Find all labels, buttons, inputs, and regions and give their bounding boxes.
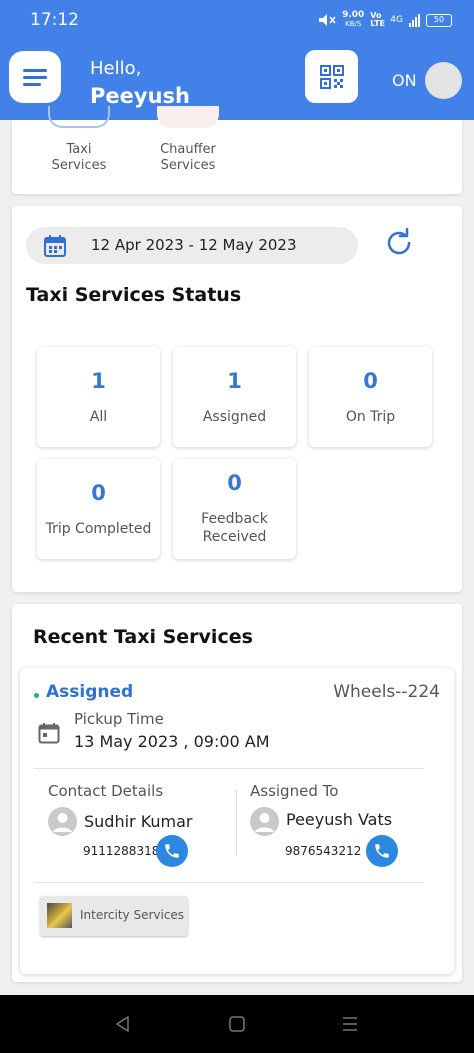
chauffer-services-label[interactable]: Chauffer Services bbox=[138, 142, 238, 174]
contact-name: Sudhir Kumar bbox=[84, 812, 193, 831]
date-range-picker[interactable]: 12 Apr 2023 - 12 May 2023 bbox=[26, 227, 358, 264]
contact-heading: Contact Details bbox=[48, 782, 164, 800]
system-nav-bar bbox=[0, 995, 474, 1053]
chauffer-services-tile[interactable] bbox=[157, 106, 219, 128]
volte-indicator: Vo LTE bbox=[370, 11, 385, 28]
menu-button[interactable] bbox=[9, 51, 61, 103]
stat-tile-on-trip[interactable]: 0 On Trip bbox=[309, 347, 432, 447]
taxi-services-tile[interactable] bbox=[48, 106, 110, 128]
recents-icon[interactable] bbox=[341, 1015, 359, 1033]
network-type: 4G bbox=[390, 15, 403, 25]
contact-phone: 9111288318 bbox=[83, 844, 160, 858]
refresh-icon[interactable] bbox=[382, 226, 416, 260]
duty-toggle[interactable] bbox=[425, 62, 462, 99]
greeting: Hello, bbox=[90, 58, 142, 79]
mute-icon bbox=[319, 14, 336, 26]
call-assigned-button[interactable] bbox=[366, 835, 398, 867]
calendar-icon bbox=[44, 235, 66, 257]
vehicle-id: Wheels--224 bbox=[333, 682, 440, 702]
avatar bbox=[250, 807, 279, 836]
vertical-divider bbox=[236, 790, 237, 856]
status-icons: 9.00 KB/S Vo LTE 4G 50 bbox=[318, 11, 452, 29]
phone-icon bbox=[375, 844, 389, 858]
battery-icon: 50 bbox=[426, 13, 452, 27]
stat-tile-assigned[interactable]: 1 Assigned bbox=[173, 347, 296, 447]
signal-icon bbox=[409, 13, 420, 27]
user-name: Peeyush bbox=[90, 84, 190, 108]
assigned-phone: 9876543212 bbox=[285, 844, 362, 858]
stat-tile-all[interactable]: 1 All bbox=[37, 347, 160, 447]
date-range-text: 12 Apr 2023 - 12 May 2023 bbox=[91, 236, 297, 254]
status-time: 17:12 bbox=[30, 10, 79, 30]
back-icon[interactable] bbox=[114, 1015, 132, 1033]
divider bbox=[34, 882, 424, 883]
avatar bbox=[48, 807, 77, 836]
hamburger-icon bbox=[23, 68, 47, 72]
recent-title: Recent Taxi Services bbox=[33, 626, 253, 648]
stat-tile-feedback-received[interactable]: 0 Feedback Received bbox=[173, 459, 296, 559]
status-dot bbox=[34, 693, 39, 698]
qr-code-button[interactable] bbox=[305, 50, 358, 103]
pickup-label: Pickup Time bbox=[74, 710, 164, 728]
ride-card[interactable]: Assigned Wheels--224 Pickup Time 13 May … bbox=[20, 668, 454, 974]
phone-icon bbox=[165, 844, 179, 858]
taxi-services-label[interactable]: Taxi Services bbox=[29, 142, 129, 174]
assigned-name: Peeyush Vats bbox=[286, 810, 393, 829]
pickup-time: 13 May 2023 , 09:00 AM bbox=[74, 732, 270, 751]
status-bar: 17:12 9.00 KB/S Vo LTE 4G 50 bbox=[0, 0, 474, 44]
services-card: Taxi Services Chauffer Services bbox=[12, 106, 462, 194]
status-card: 12 Apr 2023 - 12 May 2023 Taxi Services … bbox=[12, 206, 462, 592]
divider bbox=[34, 768, 424, 769]
taxi-thumbnail bbox=[47, 903, 72, 928]
ride-status: Assigned bbox=[46, 682, 134, 702]
duty-status-label: ON bbox=[392, 71, 417, 90]
qr-code-icon bbox=[319, 64, 344, 89]
service-type-chip[interactable]: Intercity Services bbox=[40, 896, 188, 936]
status-title: Taxi Services Status bbox=[26, 284, 242, 306]
net-speed: 9.00 KB/S bbox=[342, 10, 365, 29]
call-contact-button[interactable] bbox=[156, 835, 188, 867]
calendar-icon bbox=[38, 723, 60, 744]
service-type: Intercity Services bbox=[80, 908, 185, 922]
recent-services-card: Recent Taxi Services Assigned Wheels--22… bbox=[12, 604, 462, 982]
stat-tile-trip-completed[interactable]: 0 Trip Completed bbox=[37, 459, 160, 559]
home-icon[interactable] bbox=[228, 1015, 246, 1033]
assigned-heading: Assigned To bbox=[250, 782, 339, 800]
